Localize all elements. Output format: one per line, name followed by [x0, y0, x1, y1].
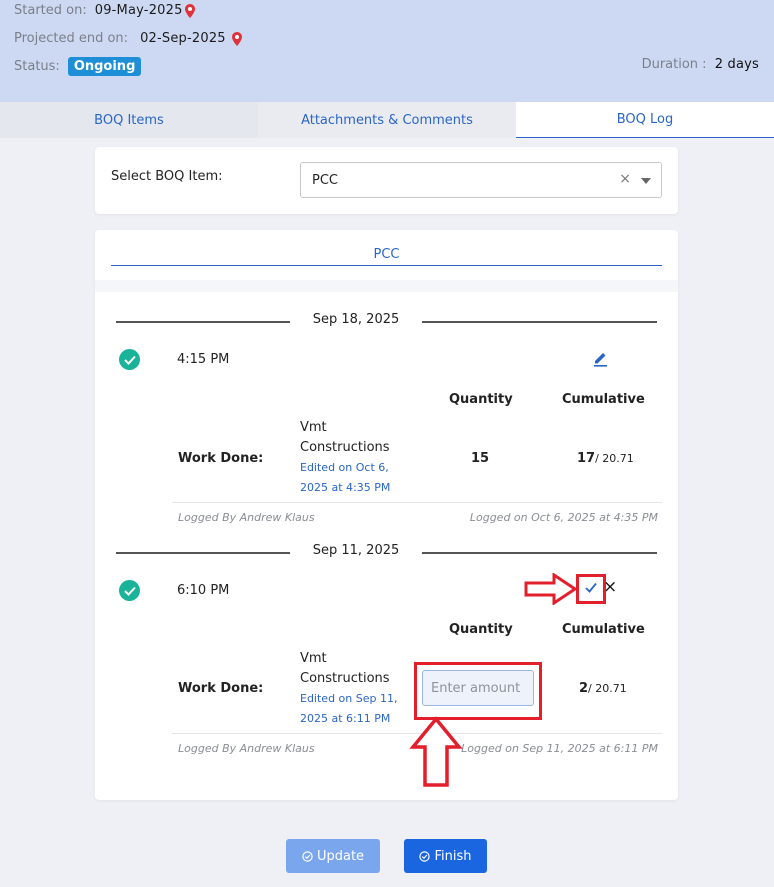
quantity-value: 15	[471, 451, 490, 466]
quantity-header: Quantity	[449, 622, 513, 637]
vendor-name: Vmt Constructions	[300, 420, 390, 455]
duration: Duration : 2 days	[642, 57, 759, 72]
cumulative-header: Cumulative	[562, 622, 645, 637]
date-separator: Sep 11, 2025	[116, 543, 657, 561]
annotation-highlight-box	[414, 662, 542, 720]
divider	[422, 321, 657, 323]
chevron-down-icon[interactable]	[641, 178, 651, 184]
cumulative-header: Cumulative	[562, 392, 645, 407]
projected-value: 02-Sep-2025	[140, 31, 226, 46]
boq-item-selected-value: PCC	[312, 173, 338, 188]
circle-check-icon	[419, 850, 431, 862]
vendor-name: Vmt Constructions	[300, 651, 390, 686]
started-label: Started on:	[14, 3, 87, 18]
location-pin-icon	[184, 3, 195, 18]
logged-on: Logged on Oct 6, 2025 at 4:35 PM	[469, 511, 658, 524]
divider-band	[95, 280, 678, 292]
quantity-header: Quantity	[449, 392, 513, 407]
entry-date: Sep 18, 2025	[312, 312, 400, 327]
finish-button-label: Finish	[434, 848, 472, 864]
cumulative-total: / 20.71	[588, 682, 627, 695]
projected-row: Projected end on: 02-Sep-2025	[14, 31, 242, 46]
work-done-label: Work Done:	[178, 681, 264, 696]
update-button[interactable]: Update	[286, 839, 380, 873]
annotation-highlight-box	[576, 574, 606, 604]
edited-note: Edited on Oct 6, 2025 at 4:35 PM	[300, 461, 391, 494]
started-row: Started on: 09-May-2025	[14, 3, 195, 18]
status-label: Status:	[14, 59, 60, 74]
projected-label: Projected end on:	[14, 31, 129, 46]
edit-icon[interactable]	[593, 350, 608, 367]
select-boq-card: Select BOQ Item: PCC ×	[95, 147, 678, 214]
cumulative-value: 17/ 20.71	[577, 451, 634, 466]
log-item-title: PCC	[373, 247, 400, 262]
tab-attachments-comments[interactable]: Attachments & Comments	[258, 102, 516, 138]
tab-boq-log[interactable]: BOQ Log	[516, 102, 774, 138]
logged-on: Logged on Sep 11, 2025 at 6:11 PM	[461, 742, 658, 755]
finish-button[interactable]: Finish	[404, 839, 487, 873]
status-row: Status: Ongoing	[14, 57, 142, 76]
entry-time: 4:15 PM	[177, 352, 230, 367]
cumulative-amount: 17	[577, 451, 596, 466]
divider	[116, 552, 290, 554]
entry-date: Sep 11, 2025	[312, 543, 400, 558]
divider	[422, 552, 657, 554]
tab-bar: BOQ Items Attachments & Comments BOQ Log	[0, 102, 774, 138]
select-boq-label: Select BOQ Item:	[111, 169, 223, 184]
divider	[172, 502, 662, 503]
location-pin-icon	[231, 31, 242, 46]
title-underline	[111, 265, 662, 266]
status-badge: Ongoing	[67, 57, 142, 76]
duration-value: 2 days	[714, 57, 759, 72]
project-header: Started on: 09-May-2025 Projected end on…	[0, 0, 774, 102]
logged-by: Logged By Andrew Klaus	[178, 742, 315, 755]
date-separator: Sep 18, 2025	[116, 312, 657, 330]
check-circle-icon	[119, 580, 140, 601]
circle-check-icon	[302, 850, 313, 862]
work-done-label: Work Done:	[178, 451, 264, 466]
clear-icon[interactable]: ×	[619, 171, 631, 187]
check-circle-icon	[119, 349, 140, 370]
entry-time: 6:10 PM	[177, 583, 230, 598]
cumulative-amount: 2	[579, 681, 589, 696]
cumulative-value: 2/ 20.71	[579, 681, 627, 696]
boq-log-card: PCC Sep 18, 2025 4:15 PM Quantity Cumula…	[95, 230, 678, 800]
logged-by: Logged By Andrew Klaus	[178, 511, 315, 524]
cumulative-total: / 20.71	[595, 452, 634, 465]
right-arrow-icon	[524, 573, 578, 605]
tab-boq-items[interactable]: BOQ Items	[0, 102, 258, 138]
started-value: 09-May-2025	[94, 3, 183, 18]
boq-item-select[interactable]: PCC ×	[300, 162, 662, 198]
edited-note: Edited on Sep 11, 2025 at 6:11 PM	[300, 692, 398, 725]
divider	[116, 321, 290, 323]
up-arrow-icon	[409, 716, 463, 787]
update-button-label: Update	[316, 848, 365, 864]
duration-label: Duration :	[641, 57, 707, 72]
